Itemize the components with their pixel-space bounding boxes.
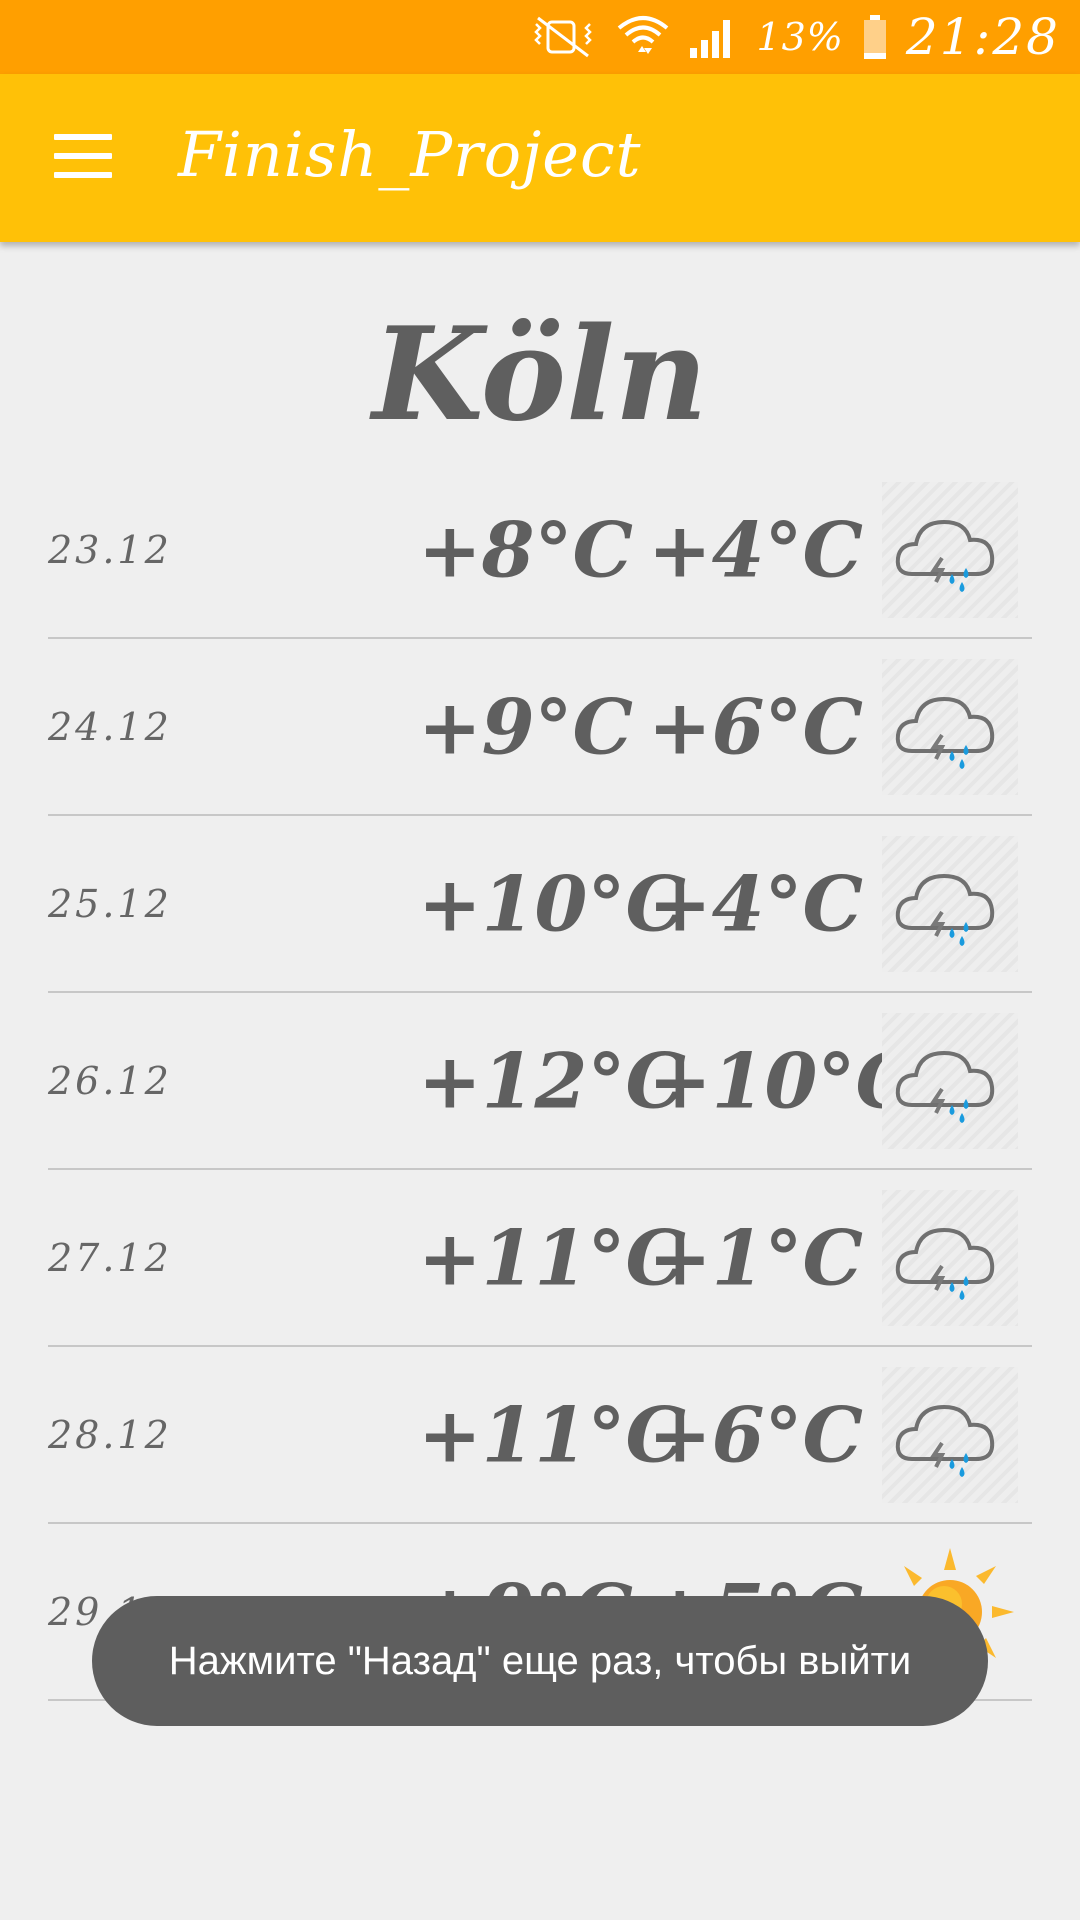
- storm-rain-icon: [882, 835, 1018, 972]
- high-temp: +9°C: [418, 682, 634, 771]
- low-temp: +1°C: [648, 1213, 864, 1302]
- forecast-row[interactable]: 26.12 +12°C +10°C: [48, 993, 1032, 1170]
- high-temp: +11°C: [418, 1213, 686, 1302]
- status-bar: 13% 21:28: [0, 0, 1080, 74]
- low-temp: +10°C: [648, 1036, 916, 1125]
- hamburger-menu-icon[interactable]: [54, 134, 112, 178]
- forecast-date: 26.12: [48, 1058, 172, 1103]
- vibrate-mute-icon: [528, 14, 598, 60]
- low-temp: +4°C: [648, 859, 864, 948]
- low-temp: +6°C: [648, 682, 864, 771]
- high-temp: +11°C: [418, 1390, 686, 1479]
- city-name: Köln: [372, 300, 708, 450]
- forecast-row[interactable]: 27.12 +11°C +1°C: [48, 1170, 1032, 1347]
- high-temp: +10°C: [418, 859, 686, 948]
- high-temp: +8°C: [418, 505, 634, 594]
- forecast-row[interactable]: 23.12 +8°C +4°C: [48, 462, 1032, 639]
- forecast-date: 24.12: [48, 704, 172, 749]
- signal-icon: [688, 14, 738, 60]
- battery-percent: 13%: [756, 15, 844, 59]
- high-temp: +12°C: [418, 1036, 686, 1125]
- forecast-date: 25.12: [48, 881, 172, 926]
- forecast-date: 27.12: [48, 1235, 172, 1280]
- forecast-row[interactable]: 24.12 +9°C +6°C: [48, 639, 1032, 816]
- forecast-date: 28.12: [48, 1412, 172, 1457]
- storm-rain-icon: [882, 481, 1018, 618]
- exit-toast: Нажмите "Назад" еще раз, чтобы выйти: [92, 1596, 988, 1726]
- forecast-date: 23.12: [48, 527, 172, 572]
- forecast-row[interactable]: 28.12 +11°C +6°C: [48, 1347, 1032, 1524]
- low-temp: +4°C: [648, 505, 864, 594]
- low-temp: +6°C: [648, 1390, 864, 1479]
- status-icons: 13% 21:28: [528, 0, 1060, 74]
- battery-icon: [862, 13, 888, 61]
- wifi-icon: [616, 12, 670, 62]
- forecast-row[interactable]: 25.12 +10°C +4°C: [48, 816, 1032, 993]
- storm-rain-icon: [882, 1012, 1018, 1149]
- storm-rain-icon: [882, 658, 1018, 795]
- forecast-list: 23.12 +8°C +4°C 24.12 +9°C +6°C 25.12 +1…: [48, 462, 1032, 1701]
- storm-rain-icon: [882, 1366, 1018, 1503]
- clock: 21:28: [905, 8, 1060, 66]
- app-title: Finish_Project: [178, 118, 642, 191]
- storm-rain-icon: [882, 1189, 1018, 1326]
